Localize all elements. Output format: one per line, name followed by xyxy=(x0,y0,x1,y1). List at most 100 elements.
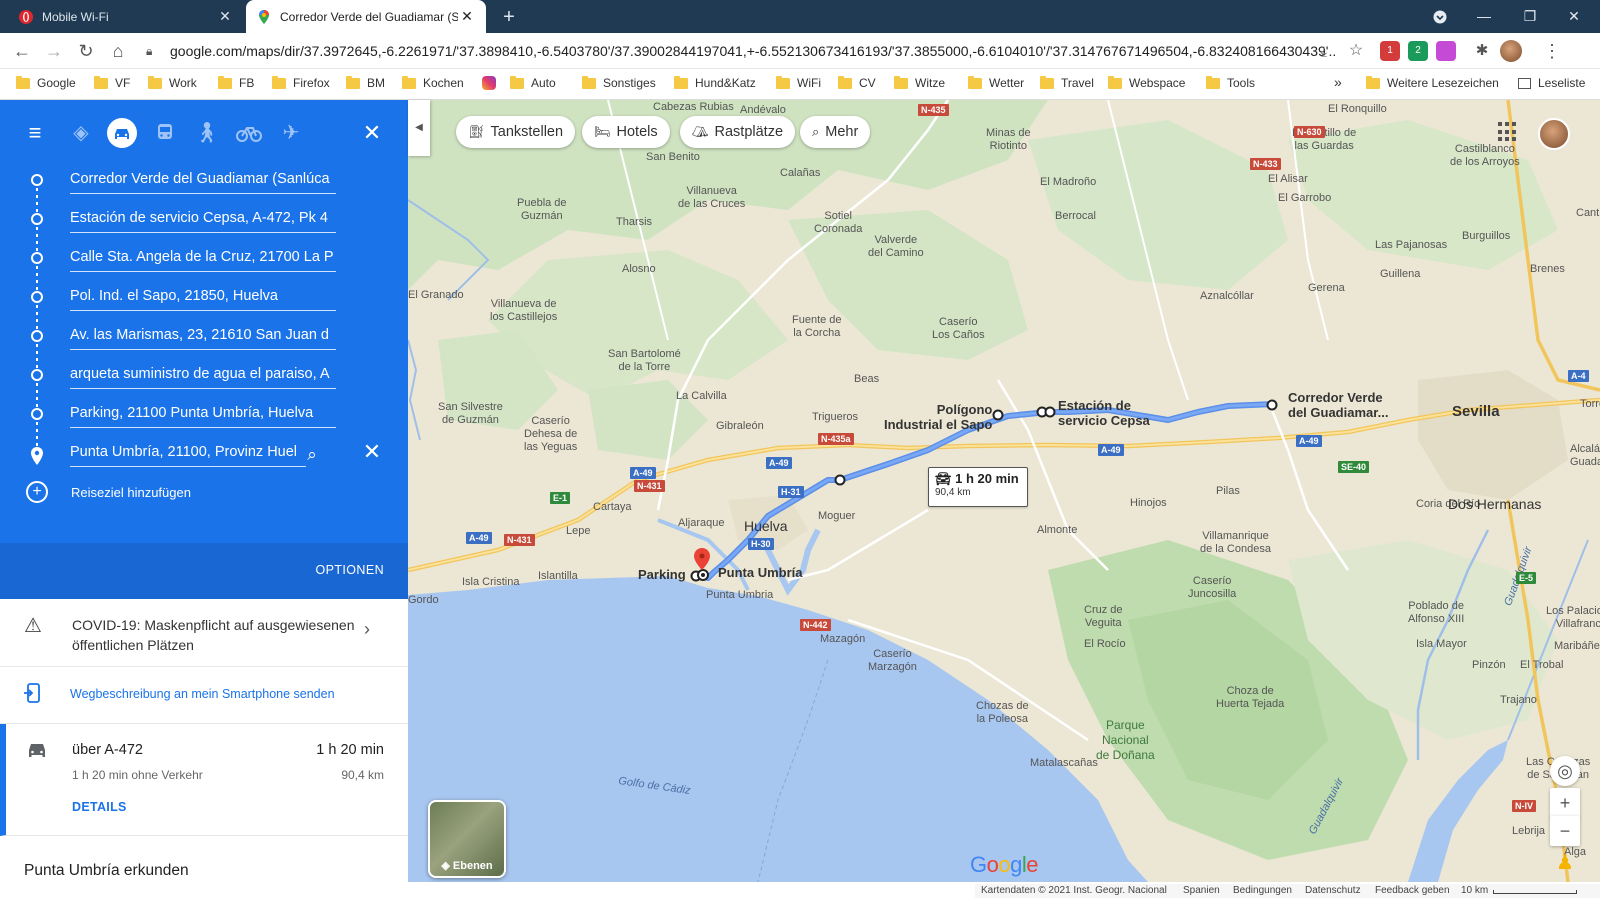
bookmark-folder[interactable]: Hund&Katz xyxy=(674,75,756,90)
extension-badge: 2 xyxy=(1415,45,1421,56)
bookmark-folder[interactable]: Tools xyxy=(1206,75,1255,90)
tab-search-icon[interactable] xyxy=(1418,0,1462,33)
bookmark-folder[interactable]: Sonstiges xyxy=(582,75,656,90)
pegman-icon[interactable]: ♟ xyxy=(1550,848,1580,878)
bookmark-folder[interactable]: Firefox xyxy=(272,75,330,90)
gas-station-icon: ⛽︎ xyxy=(468,124,485,139)
chip-gas-stations[interactable]: ⛽︎ Tankstellen xyxy=(456,116,576,148)
bookmark-folder[interactable]: Wetter xyxy=(968,75,1024,90)
reload-icon[interactable]: ↻ xyxy=(74,39,98,63)
bookmark-folder[interactable]: VF xyxy=(94,75,130,90)
adblock-extension-icon[interactable]: 1 xyxy=(1380,41,1400,61)
minimize-icon[interactable]: — xyxy=(1462,0,1506,33)
menu-icon[interactable]: ≡ xyxy=(22,118,48,148)
map-label: Las Pajanosas xyxy=(1375,239,1448,251)
profile-avatar[interactable] xyxy=(1500,40,1522,62)
close-tab-icon[interactable]: ✕ xyxy=(216,8,234,25)
flight-icon[interactable]: ✈ xyxy=(276,118,306,148)
bookmark-folder[interactable]: Kochen xyxy=(402,75,464,90)
zoom-in-button[interactable]: + xyxy=(1550,788,1580,818)
home-icon[interactable]: ⌂ xyxy=(106,39,130,63)
tab-google-maps[interactable]: Corredor Verde del Guadiamar (S ✕ xyxy=(246,0,486,33)
transit-icon[interactable] xyxy=(150,118,180,148)
extension-icon[interactable] xyxy=(1436,41,1456,61)
other-bookmarks[interactable]: Weitere Lesezeichen xyxy=(1366,75,1499,90)
bicycle-icon[interactable] xyxy=(234,118,264,148)
send-to-phone-row[interactable]: Wegbeschreibung an mein Smartphone sende… xyxy=(0,667,408,724)
waypoint-dot-icon xyxy=(31,291,43,303)
waypoint-input[interactable]: Estación de servicio Cepsa, A-472, Pk 4 xyxy=(70,207,336,233)
bookmark-folder[interactable]: WiFi xyxy=(776,75,821,90)
options-button[interactable]: OPTIONEN xyxy=(316,563,384,577)
waypoint-dot-icon xyxy=(31,252,43,264)
chip-hotels[interactable]: 🛏︎ Hotels xyxy=(582,116,670,148)
remove-destination-icon[interactable]: ✕ xyxy=(360,440,384,464)
covid-notice[interactable]: ⚠ COVID-19: Maskenpflicht auf ausgewiese… xyxy=(0,599,408,667)
bookmark-folder[interactable]: Work xyxy=(148,75,197,90)
tab-mobile-wifi[interactable]: Mobile Wi-Fi ✕ xyxy=(8,0,244,33)
waypoint-input[interactable]: Parking, 21100 Punta Umbría, Huelva xyxy=(70,402,336,428)
more-menu-icon[interactable]: ⋮ xyxy=(1540,39,1564,63)
waypoint-input[interactable]: Corredor Verde del Guadiamar (Sanlúca xyxy=(70,168,336,194)
account-avatar[interactable] xyxy=(1538,118,1570,150)
waypoint-input[interactable]: Av. las Marismas, 23, 21610 San Juan d xyxy=(70,324,336,350)
back-icon[interactable]: ← xyxy=(10,39,34,63)
collapse-panel-button[interactable]: ◀ xyxy=(408,100,430,156)
map-label: Villanueva de las Cruces xyxy=(678,185,746,210)
new-tab-button[interactable]: + xyxy=(496,4,522,30)
bookmark-star-icon[interactable]: ☆ xyxy=(1344,39,1368,63)
car-icon[interactable] xyxy=(107,118,137,148)
waypoint-input[interactable]: arqueta suministro de agua el paraiso, A xyxy=(70,363,336,389)
folder-icon xyxy=(776,75,790,89)
map-label: Poblado de Alfonso XIII xyxy=(1408,600,1465,625)
waypoint-input[interactable]: Calle Sta. Angela de la Cruz, 21700 La P xyxy=(70,246,336,272)
map-label: Alcalá dGuadair xyxy=(1570,443,1600,468)
google-apps-icon[interactable] xyxy=(1498,122,1518,142)
close-directions-icon[interactable]: ✕ xyxy=(360,121,384,145)
sheets-extension-icon[interactable]: 2 xyxy=(1408,41,1428,61)
bookmark-folder[interactable]: CV xyxy=(838,75,876,90)
destination-input[interactable]: Punta Umbría, 21100, Provinz Huel xyxy=(70,441,306,467)
extensions-puzzle-icon[interactable]: ✱ xyxy=(1470,39,1494,63)
privacy-link[interactable]: Datenschutz xyxy=(1305,885,1361,896)
bookmark-folder[interactable]: Webspace xyxy=(1108,75,1185,90)
bookmarks-overflow-button[interactable]: » xyxy=(1334,74,1342,90)
country-link[interactable]: Spanien xyxy=(1183,885,1220,896)
bookmark-instagram[interactable] xyxy=(482,76,496,90)
close-window-icon[interactable]: ✕ xyxy=(1552,0,1596,33)
search-icon[interactable]: ⌕ xyxy=(300,443,324,467)
send-to-phone-link[interactable]: Wegbeschreibung an mein Smartphone sende… xyxy=(70,687,335,701)
install-icon[interactable]: ⤓ xyxy=(1312,39,1336,63)
bookmark-google[interactable]: Google xyxy=(16,75,76,90)
forward-icon[interactable]: → xyxy=(42,39,66,63)
feedback-link[interactable]: Feedback geben xyxy=(1375,885,1450,896)
restore-icon[interactable]: ❐ xyxy=(1508,0,1552,33)
add-destination-icon[interactable]: + xyxy=(26,481,48,503)
route-info-callout[interactable]: 🚘︎ 1 h 20 min 90,4 km xyxy=(928,467,1028,507)
close-tab-icon[interactable]: ✕ xyxy=(458,8,476,25)
map-label: Trigueros xyxy=(812,411,859,423)
bookmark-folder[interactable]: Witze xyxy=(894,75,945,90)
my-location-icon[interactable]: ◎ xyxy=(1550,756,1580,786)
address-bar[interactable]: 🔒︎ google.com/maps/dir/37.3972645,-6.226… xyxy=(146,38,1336,64)
bookmark-folder[interactable]: BM xyxy=(346,75,385,90)
road-shield: A-49 xyxy=(1296,435,1322,447)
best-route-icon[interactable]: ◈ xyxy=(66,118,96,148)
bookmark-folder[interactable]: Travel xyxy=(1040,75,1094,90)
details-button[interactable]: DETAILS xyxy=(72,800,127,814)
directions-header: ≡ ◈ 🚶︎ ✈ ✕ Corredor Verde del Guadiamar … xyxy=(0,100,408,543)
terms-link[interactable]: Bedingungen xyxy=(1233,885,1292,896)
layers-button[interactable]: ◈ Ebenen xyxy=(428,800,506,878)
add-destination-link[interactable]: Reiseziel hinzufügen xyxy=(71,485,191,500)
chip-rest-stops[interactable]: ⛺︎ Rastplätze xyxy=(680,116,796,148)
bookmark-folder[interactable]: Auto xyxy=(510,75,556,90)
chip-more[interactable]: ⌕ Mehr xyxy=(800,116,871,148)
bookmark-folder[interactable]: FB xyxy=(218,75,254,90)
map-label: Caserío Marzagón xyxy=(868,648,917,673)
map-label: Castilblanco de los Arroyos xyxy=(1450,143,1520,168)
reading-list[interactable]: Leseliste xyxy=(1518,76,1585,90)
route-option[interactable]: über A-472 1 h 20 min 1 h 20 min ohne Ve… xyxy=(0,724,408,836)
zoom-out-button[interactable]: − xyxy=(1550,816,1580,846)
walking-icon[interactable]: 🚶︎ xyxy=(192,118,222,148)
waypoint-input[interactable]: Pol. Ind. el Sapo, 21850, Huelva xyxy=(70,285,336,311)
